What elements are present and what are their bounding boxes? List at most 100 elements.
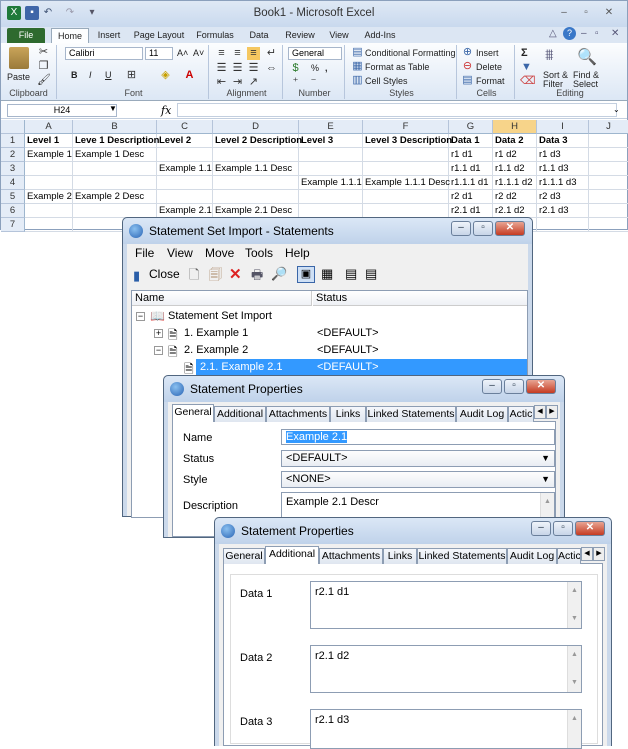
paste-icon[interactable] xyxy=(9,47,29,69)
column-header-c[interactable]: C xyxy=(157,120,213,134)
delete-icon[interactable]: ✕ xyxy=(229,265,242,283)
find-select-icon[interactable]: 🔍 xyxy=(577,47,599,67)
tab-scroll-right-icon[interactable]: ▶ xyxy=(546,405,558,419)
cell-d5[interactable] xyxy=(213,190,299,204)
delete-cells-button[interactable]: Delete xyxy=(476,62,502,72)
grow-font-button[interactable]: A˄ xyxy=(177,48,188,58)
tab-additional[interactable]: Additional xyxy=(265,546,319,565)
tab-scroll-right-icon[interactable]: ▶ xyxy=(593,547,605,561)
bold-button[interactable]: B xyxy=(71,70,78,80)
cell-a3[interactable] xyxy=(25,162,73,176)
cell-g5[interactable]: r2 d1 xyxy=(449,190,493,204)
close-statements-icon[interactable]: ▮ xyxy=(133,268,140,284)
help-icon[interactable]: ? xyxy=(563,27,576,40)
formula-input[interactable] xyxy=(177,103,617,117)
column-header-i[interactable]: I xyxy=(537,120,589,134)
underline-button[interactable]: U xyxy=(105,70,112,80)
cell-g6[interactable]: r2.1 d1 xyxy=(449,204,493,218)
ribbon-collapse-icon[interactable]: △ xyxy=(549,28,557,39)
bottom-align-icon[interactable]: ≡ xyxy=(247,47,260,60)
row-header-2[interactable]: 2 xyxy=(1,148,25,162)
close-icon[interactable]: ✕ xyxy=(526,379,556,394)
cell-e2[interactable] xyxy=(299,148,363,162)
cell-a5[interactable]: Example 2 xyxy=(25,190,73,204)
cut-icon[interactable]: ✂ xyxy=(37,46,50,59)
minimize-icon[interactable]: – xyxy=(556,7,572,19)
grid-view-icon[interactable]: ▦ xyxy=(321,266,333,282)
shrink-font-button[interactable]: A˅ xyxy=(193,48,204,58)
tree-item-example-2[interactable]: 2. Example 2 xyxy=(184,344,248,356)
workbook-restore-icon[interactable]: ▫ xyxy=(595,28,599,39)
print-preview-icon[interactable]: 🔎 xyxy=(271,266,287,282)
name-column-header[interactable]: Name xyxy=(132,291,312,306)
cell-e6[interactable] xyxy=(299,204,363,218)
tab-data[interactable]: Data xyxy=(247,28,271,43)
close-icon[interactable]: ✕ xyxy=(601,7,617,19)
data1-scrollbar[interactable]: ▲ ▼ xyxy=(567,582,581,628)
cell-b3[interactable] xyxy=(73,162,157,176)
expand-icon[interactable]: + xyxy=(154,329,163,338)
minimize-icon[interactable]: – xyxy=(531,521,551,536)
tab-linked-statements[interactable]: Linked Statements xyxy=(417,548,507,564)
cell-c1[interactable]: Level 2 xyxy=(157,134,213,148)
format-cells-icon[interactable]: ▤ xyxy=(461,74,474,87)
align-left-icon[interactable]: ☰ xyxy=(215,62,228,75)
cell-d2[interactable] xyxy=(213,148,299,162)
minimize-icon[interactable]: – xyxy=(482,379,502,394)
list-view-icon[interactable]: ▤ xyxy=(345,266,357,282)
clear-icon[interactable]: ⌫ xyxy=(520,75,536,88)
cell-f5[interactable] xyxy=(363,190,449,204)
fill-icon[interactable]: ▼ xyxy=(520,61,533,74)
cell-e5[interactable] xyxy=(299,190,363,204)
tab-additional[interactable]: Additional xyxy=(214,406,266,422)
select-all-corner[interactable] xyxy=(1,120,25,134)
autosum-button[interactable]: Σ xyxy=(521,47,528,59)
menu-help[interactable]: Help xyxy=(285,246,310,260)
status-column-header[interactable]: Status xyxy=(313,291,527,306)
close-icon[interactable]: ✕ xyxy=(575,521,605,536)
data3-scrollbar[interactable]: ▲ xyxy=(567,710,581,748)
expand-formula-bar-icon[interactable]: ⌄ xyxy=(613,105,620,114)
format-painter-icon[interactable]: 🖌 xyxy=(37,74,51,87)
menu-file[interactable]: File xyxy=(135,246,154,260)
cell-c4[interactable] xyxy=(157,176,213,190)
tab-add-ins[interactable]: Add-Ins xyxy=(363,28,397,43)
tab-review[interactable]: Review xyxy=(283,28,317,43)
cell-g1[interactable]: Data 1 xyxy=(449,134,493,148)
cell-a4[interactable] xyxy=(25,176,73,190)
paste-button[interactable]: Paste xyxy=(7,72,30,82)
middle-align-icon[interactable]: ≡ xyxy=(231,47,244,60)
cell-f2[interactable] xyxy=(363,148,449,162)
font-name-box[interactable]: Calibri xyxy=(65,47,143,60)
cell-a1[interactable]: Level 1 xyxy=(25,134,73,148)
cell-i4[interactable]: r1.1.1 d3 xyxy=(537,176,589,190)
row-header-7[interactable]: 7 xyxy=(1,218,25,232)
status-select[interactable]: <DEFAULT> ▼ xyxy=(281,450,555,467)
cell-styles-button[interactable]: Cell Styles xyxy=(365,76,408,86)
row-header-3[interactable]: 3 xyxy=(1,162,25,176)
cell-g3[interactable]: r1.1 d1 xyxy=(449,162,493,176)
insert-cells-button[interactable]: Insert xyxy=(476,48,499,58)
cell-e1[interactable]: Level 3 xyxy=(299,134,363,148)
format-as-table-button[interactable]: Format as Table xyxy=(365,62,429,72)
print-icon[interactable]: 🖶 xyxy=(251,266,263,288)
column-header-b[interactable]: B xyxy=(73,120,157,134)
tree-item-example-2-1[interactable]: 2.1. Example 2.1 xyxy=(200,361,283,373)
center-icon[interactable]: ☰ xyxy=(231,62,244,75)
workbook-minimize-icon[interactable]: – xyxy=(581,28,587,39)
cell-h5[interactable]: r2 d2 xyxy=(493,190,537,204)
tab-actions[interactable]: Actic xyxy=(557,548,581,564)
tab-scroll-left-icon[interactable]: ◀ xyxy=(534,405,546,419)
format-cells-button[interactable]: Format xyxy=(476,76,505,86)
tab-page-layout[interactable]: Page Layout xyxy=(133,28,185,43)
cell-i7[interactable] xyxy=(537,218,589,232)
row-header-1[interactable]: 1 xyxy=(1,134,25,148)
row-header-6[interactable]: 6 xyxy=(1,204,25,218)
conditional-formatting-icon[interactable]: ▤ xyxy=(351,46,364,59)
cell-b4[interactable] xyxy=(73,176,157,190)
cell-b5[interactable]: Example 2 Desc xyxy=(73,190,157,204)
tab-home[interactable]: Home xyxy=(51,28,89,43)
tree-item-root[interactable]: Statement Set Import xyxy=(168,310,272,322)
tab-attachments[interactable]: Attachments xyxy=(319,548,383,564)
cell-f4[interactable]: Example 1.1.1 Desc xyxy=(363,176,450,190)
